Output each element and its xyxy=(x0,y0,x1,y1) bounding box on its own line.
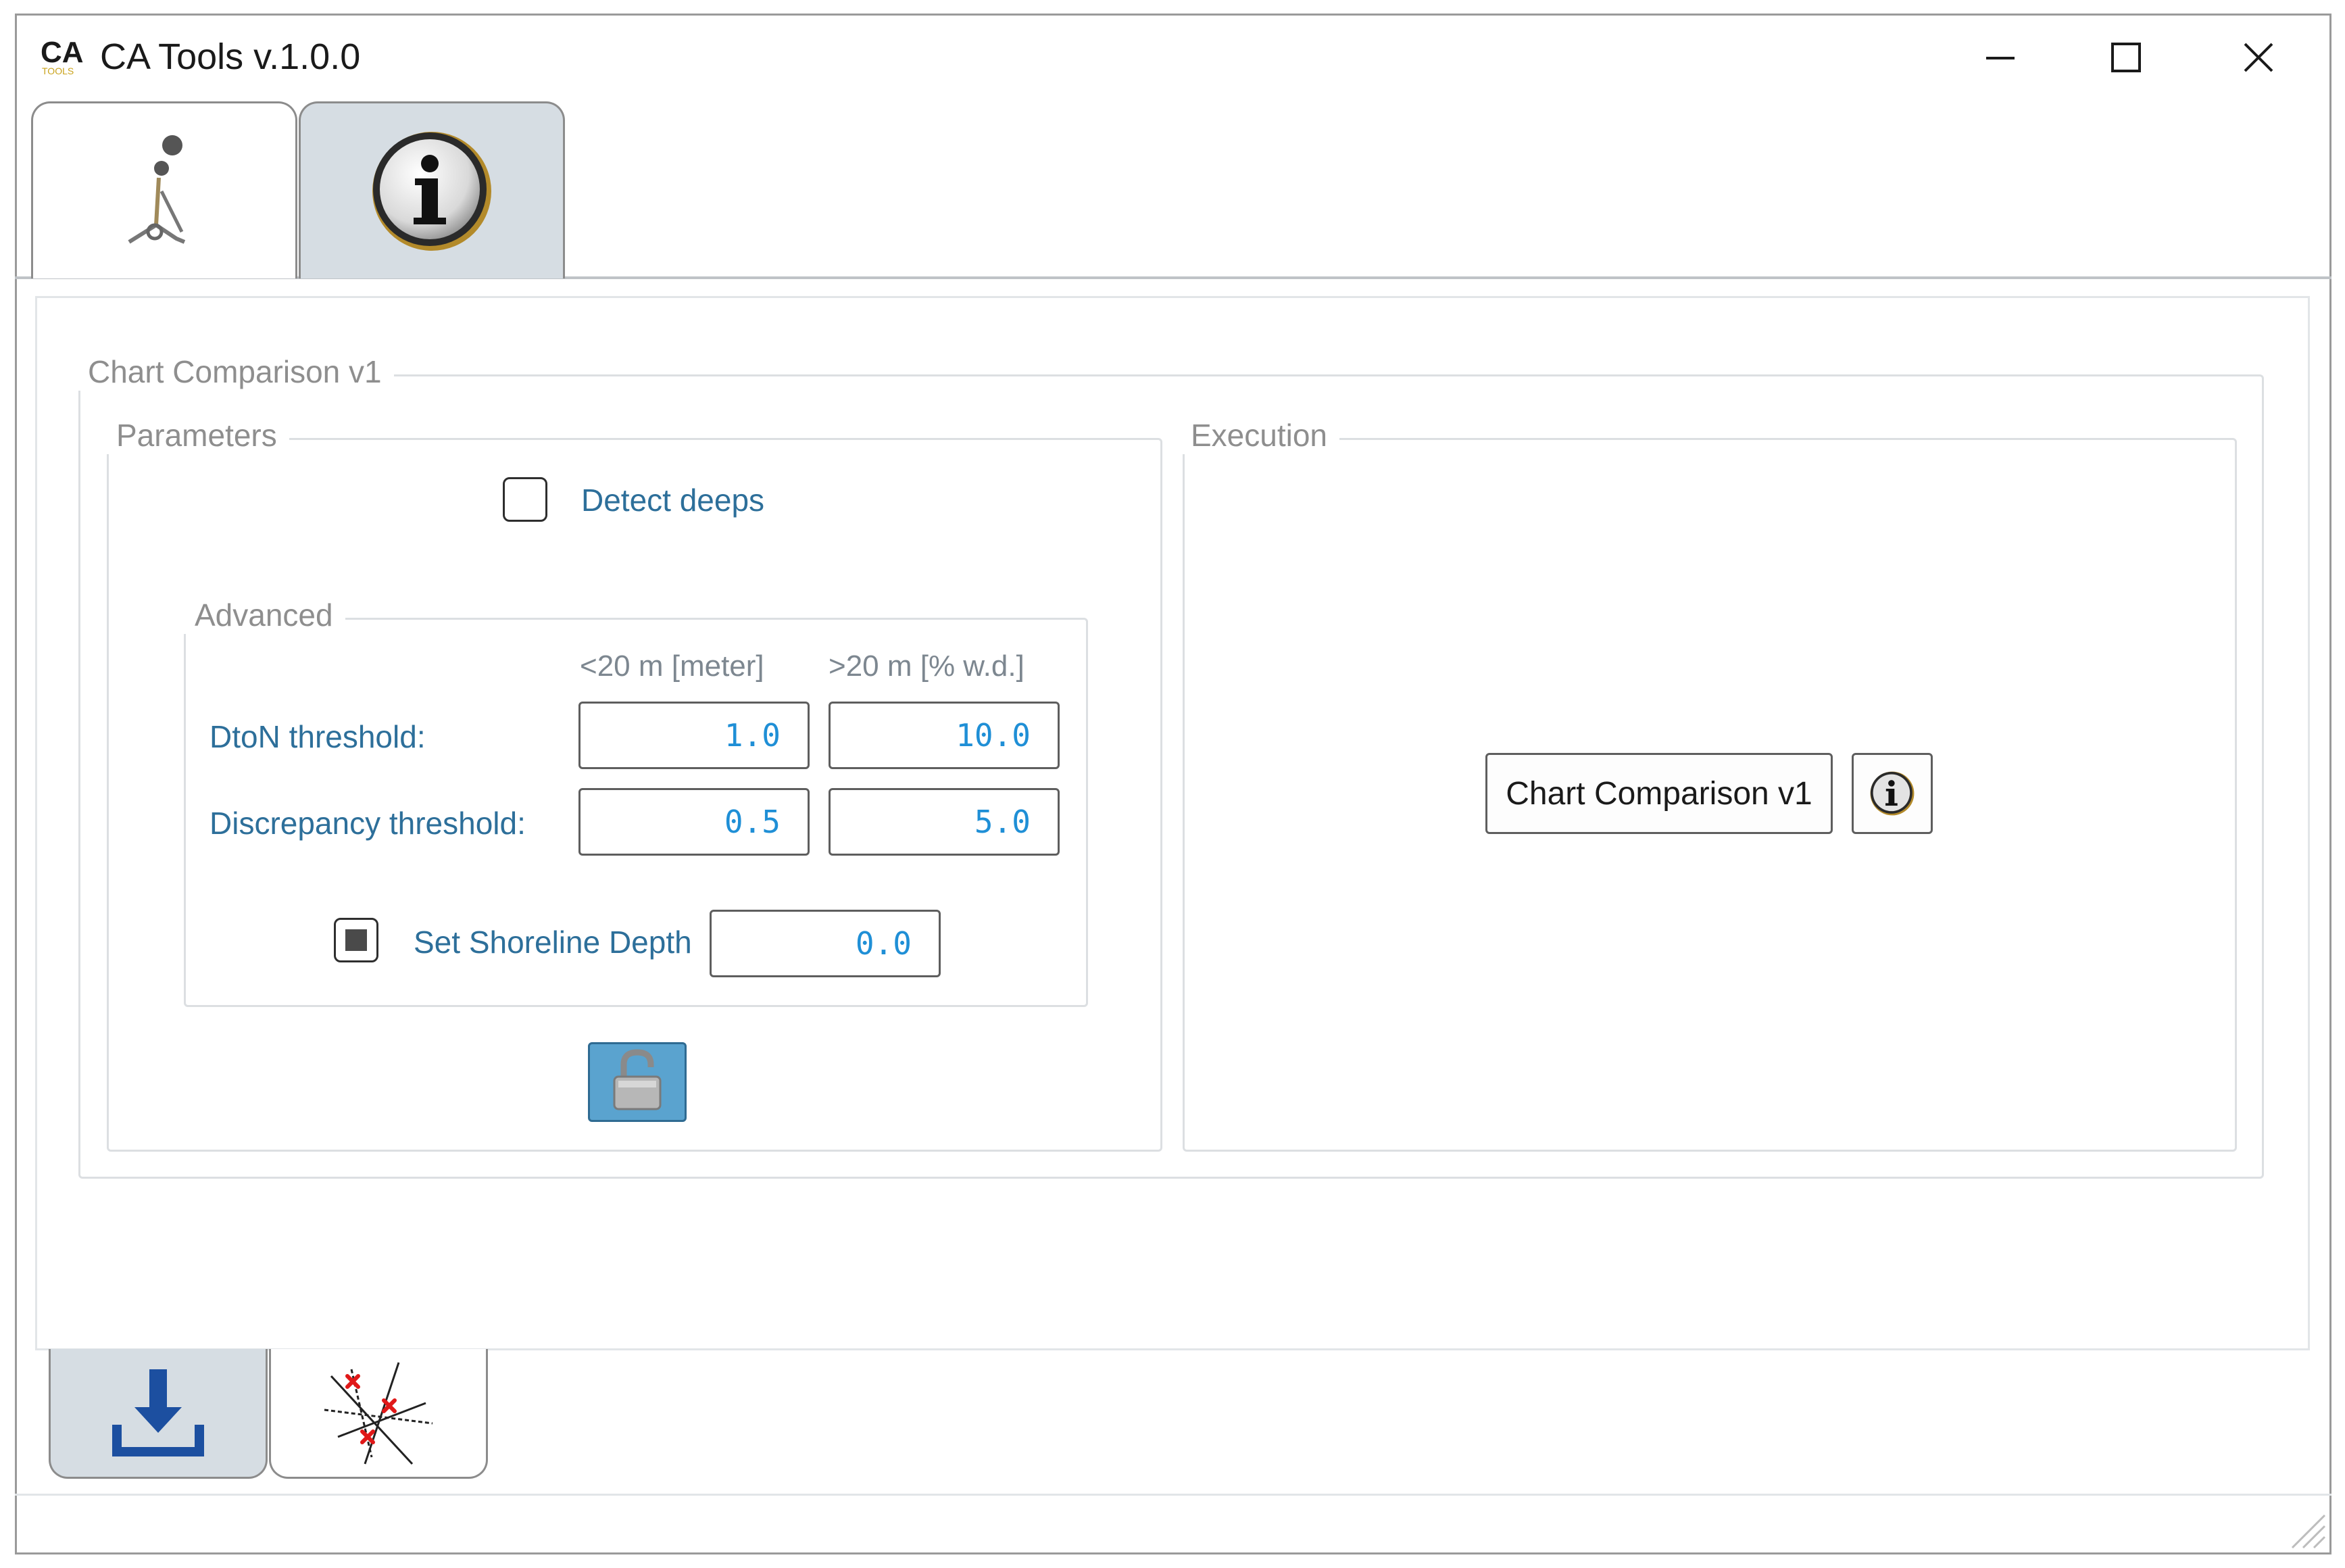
execution-info-button[interactable] xyxy=(1852,753,1933,834)
detect-deeps-label: Detect deeps xyxy=(581,483,765,518)
resize-grip[interactable] xyxy=(2286,1509,2326,1549)
run-chart-comparison-label: Chart Comparison v1 xyxy=(1506,775,1812,812)
dton-threshold-greater-input[interactable]: 10.0 xyxy=(829,702,1060,769)
close-button[interactable] xyxy=(2204,20,2313,95)
tab-chart-comparison[interactable] xyxy=(269,1349,488,1479)
run-chart-comparison-button[interactable]: Chart Comparison v1 xyxy=(1485,753,1833,834)
window-title: CA Tools v.1.0.0 xyxy=(100,36,361,77)
surveyor-icon xyxy=(128,134,186,244)
discrepancy-threshold-label: Discrepancy threshold: xyxy=(209,806,526,841)
parameters-group-title: Parameters xyxy=(104,416,289,454)
close-icon xyxy=(2244,43,2273,72)
maximize-icon xyxy=(2111,43,2141,72)
execution-group-title: Execution xyxy=(1179,416,1340,454)
minimize-button[interactable] xyxy=(1946,20,2054,95)
unlock-icon xyxy=(613,1049,662,1110)
download-icon xyxy=(112,1369,204,1456)
info-icon xyxy=(372,131,491,251)
shoreline-depth-input[interactable]: 0.0 xyxy=(710,910,941,977)
status-bar-divider xyxy=(15,1494,2331,1496)
chart-comparison-icon xyxy=(324,1362,433,1465)
col-header-greater-20m: >20 m [% w.d.] xyxy=(829,650,1025,683)
shoreline-depth-label: Set Shoreline Depth xyxy=(414,925,692,960)
dton-threshold-less-input[interactable]: 1.0 xyxy=(578,702,810,769)
discrepancy-threshold-greater-input[interactable]: 5.0 xyxy=(829,788,1060,856)
svg-text:TOOLS: TOOLS xyxy=(42,66,74,76)
minimize-icon xyxy=(1986,57,2015,59)
detect-deeps-checkbox[interactable] xyxy=(503,477,547,522)
col-header-less-20m: <20 m [meter] xyxy=(580,650,764,683)
tab-surveyor[interactable] xyxy=(31,101,297,278)
dton-threshold-label: DtoN threshold: xyxy=(209,719,426,754)
chart-comparison-group-title: Chart Comparison v1 xyxy=(76,353,394,391)
tab-info[interactable] xyxy=(299,101,565,278)
unlock-button[interactable] xyxy=(588,1042,687,1122)
maximize-button[interactable] xyxy=(2072,20,2180,95)
app-logo: CA TOOLS xyxy=(39,32,87,80)
discrepancy-threshold-less-input[interactable]: 0.5 xyxy=(578,788,810,856)
info-icon xyxy=(1870,771,1915,816)
advanced-group-title: Advanced xyxy=(182,596,345,634)
resize-grip-icon xyxy=(2291,1514,2326,1549)
shoreline-depth-checkbox[interactable] xyxy=(334,918,378,962)
tab-download[interactable] xyxy=(49,1349,268,1479)
svg-text:CA: CA xyxy=(41,36,84,69)
